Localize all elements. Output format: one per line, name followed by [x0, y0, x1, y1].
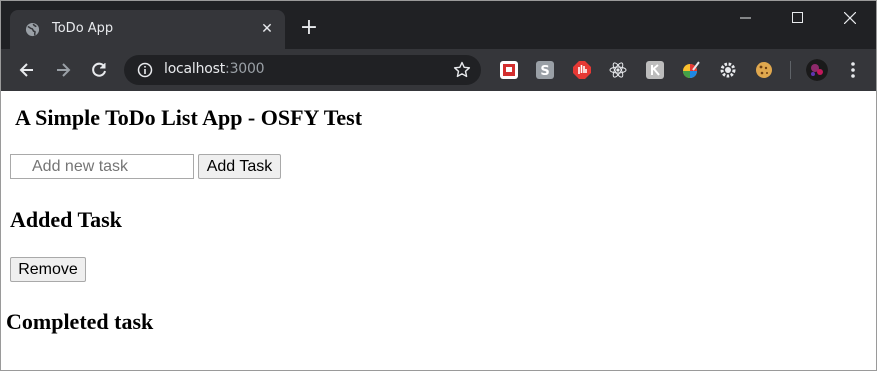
url-text: localhost:3000 [164, 61, 265, 77]
globe-icon [25, 22, 40, 37]
stop-extension-icon[interactable] [573, 61, 591, 79]
minimize-icon [740, 17, 751, 19]
tab-todo-app[interactable]: ToDo App ✕ [10, 10, 285, 49]
page-title: A Simple ToDo List App - OSFY Test [15, 105, 363, 130]
profile-avatar[interactable] [806, 59, 828, 81]
add-task-button[interactable]: Add Task [198, 154, 281, 179]
react-devtools-icon[interactable] [609, 61, 627, 79]
star-icon[interactable] [453, 61, 471, 79]
toolbar-divider [790, 61, 791, 79]
info-icon[interactable] [137, 62, 153, 78]
maximize-icon [792, 12, 803, 23]
maximize-button[interactable] [774, 1, 824, 35]
reload-icon[interactable] [89, 60, 109, 80]
page-content: A Simple ToDo List App - OSFY Test Add T… [1, 91, 876, 370]
s-extension-icon[interactable]: S [536, 61, 554, 79]
tab-title: ToDo App [52, 21, 114, 36]
back-icon[interactable] [17, 60, 37, 80]
forward-icon[interactable] [53, 60, 73, 80]
menu-icon[interactable] [843, 60, 863, 80]
address-bar[interactable]: localhost:3000 [124, 55, 481, 85]
cookie-extension-icon[interactable] [755, 61, 773, 79]
new-task-input[interactable] [10, 154, 194, 179]
window-close-button[interactable] [826, 1, 876, 35]
svg-text:S: S [540, 64, 549, 79]
browser-toolbar: localhost:3000 S [1, 49, 876, 91]
url-port: :3000 [225, 61, 265, 77]
gear-extension-icon[interactable] [719, 61, 737, 79]
plus-icon[interactable]: + [299, 17, 319, 39]
tab-strip: ToDo App ✕ + [1, 1, 876, 49]
added-task-heading: Added Task [10, 207, 122, 232]
color-picker-icon[interactable] [682, 61, 700, 79]
close-icon[interactable]: ✕ [259, 21, 275, 37]
hackernews-extension-icon[interactable] [500, 61, 518, 79]
minimize-button[interactable] [722, 1, 772, 35]
remove-button[interactable]: Remove [10, 257, 86, 282]
url-host: localhost [164, 61, 226, 77]
browser-window: ToDo App ✕ + localhost:3000 S A Simple T… [0, 0, 877, 371]
k-extension-icon[interactable] [646, 61, 664, 79]
window-close-icon [844, 12, 856, 24]
completed-task-heading: Completed task [6, 309, 154, 334]
